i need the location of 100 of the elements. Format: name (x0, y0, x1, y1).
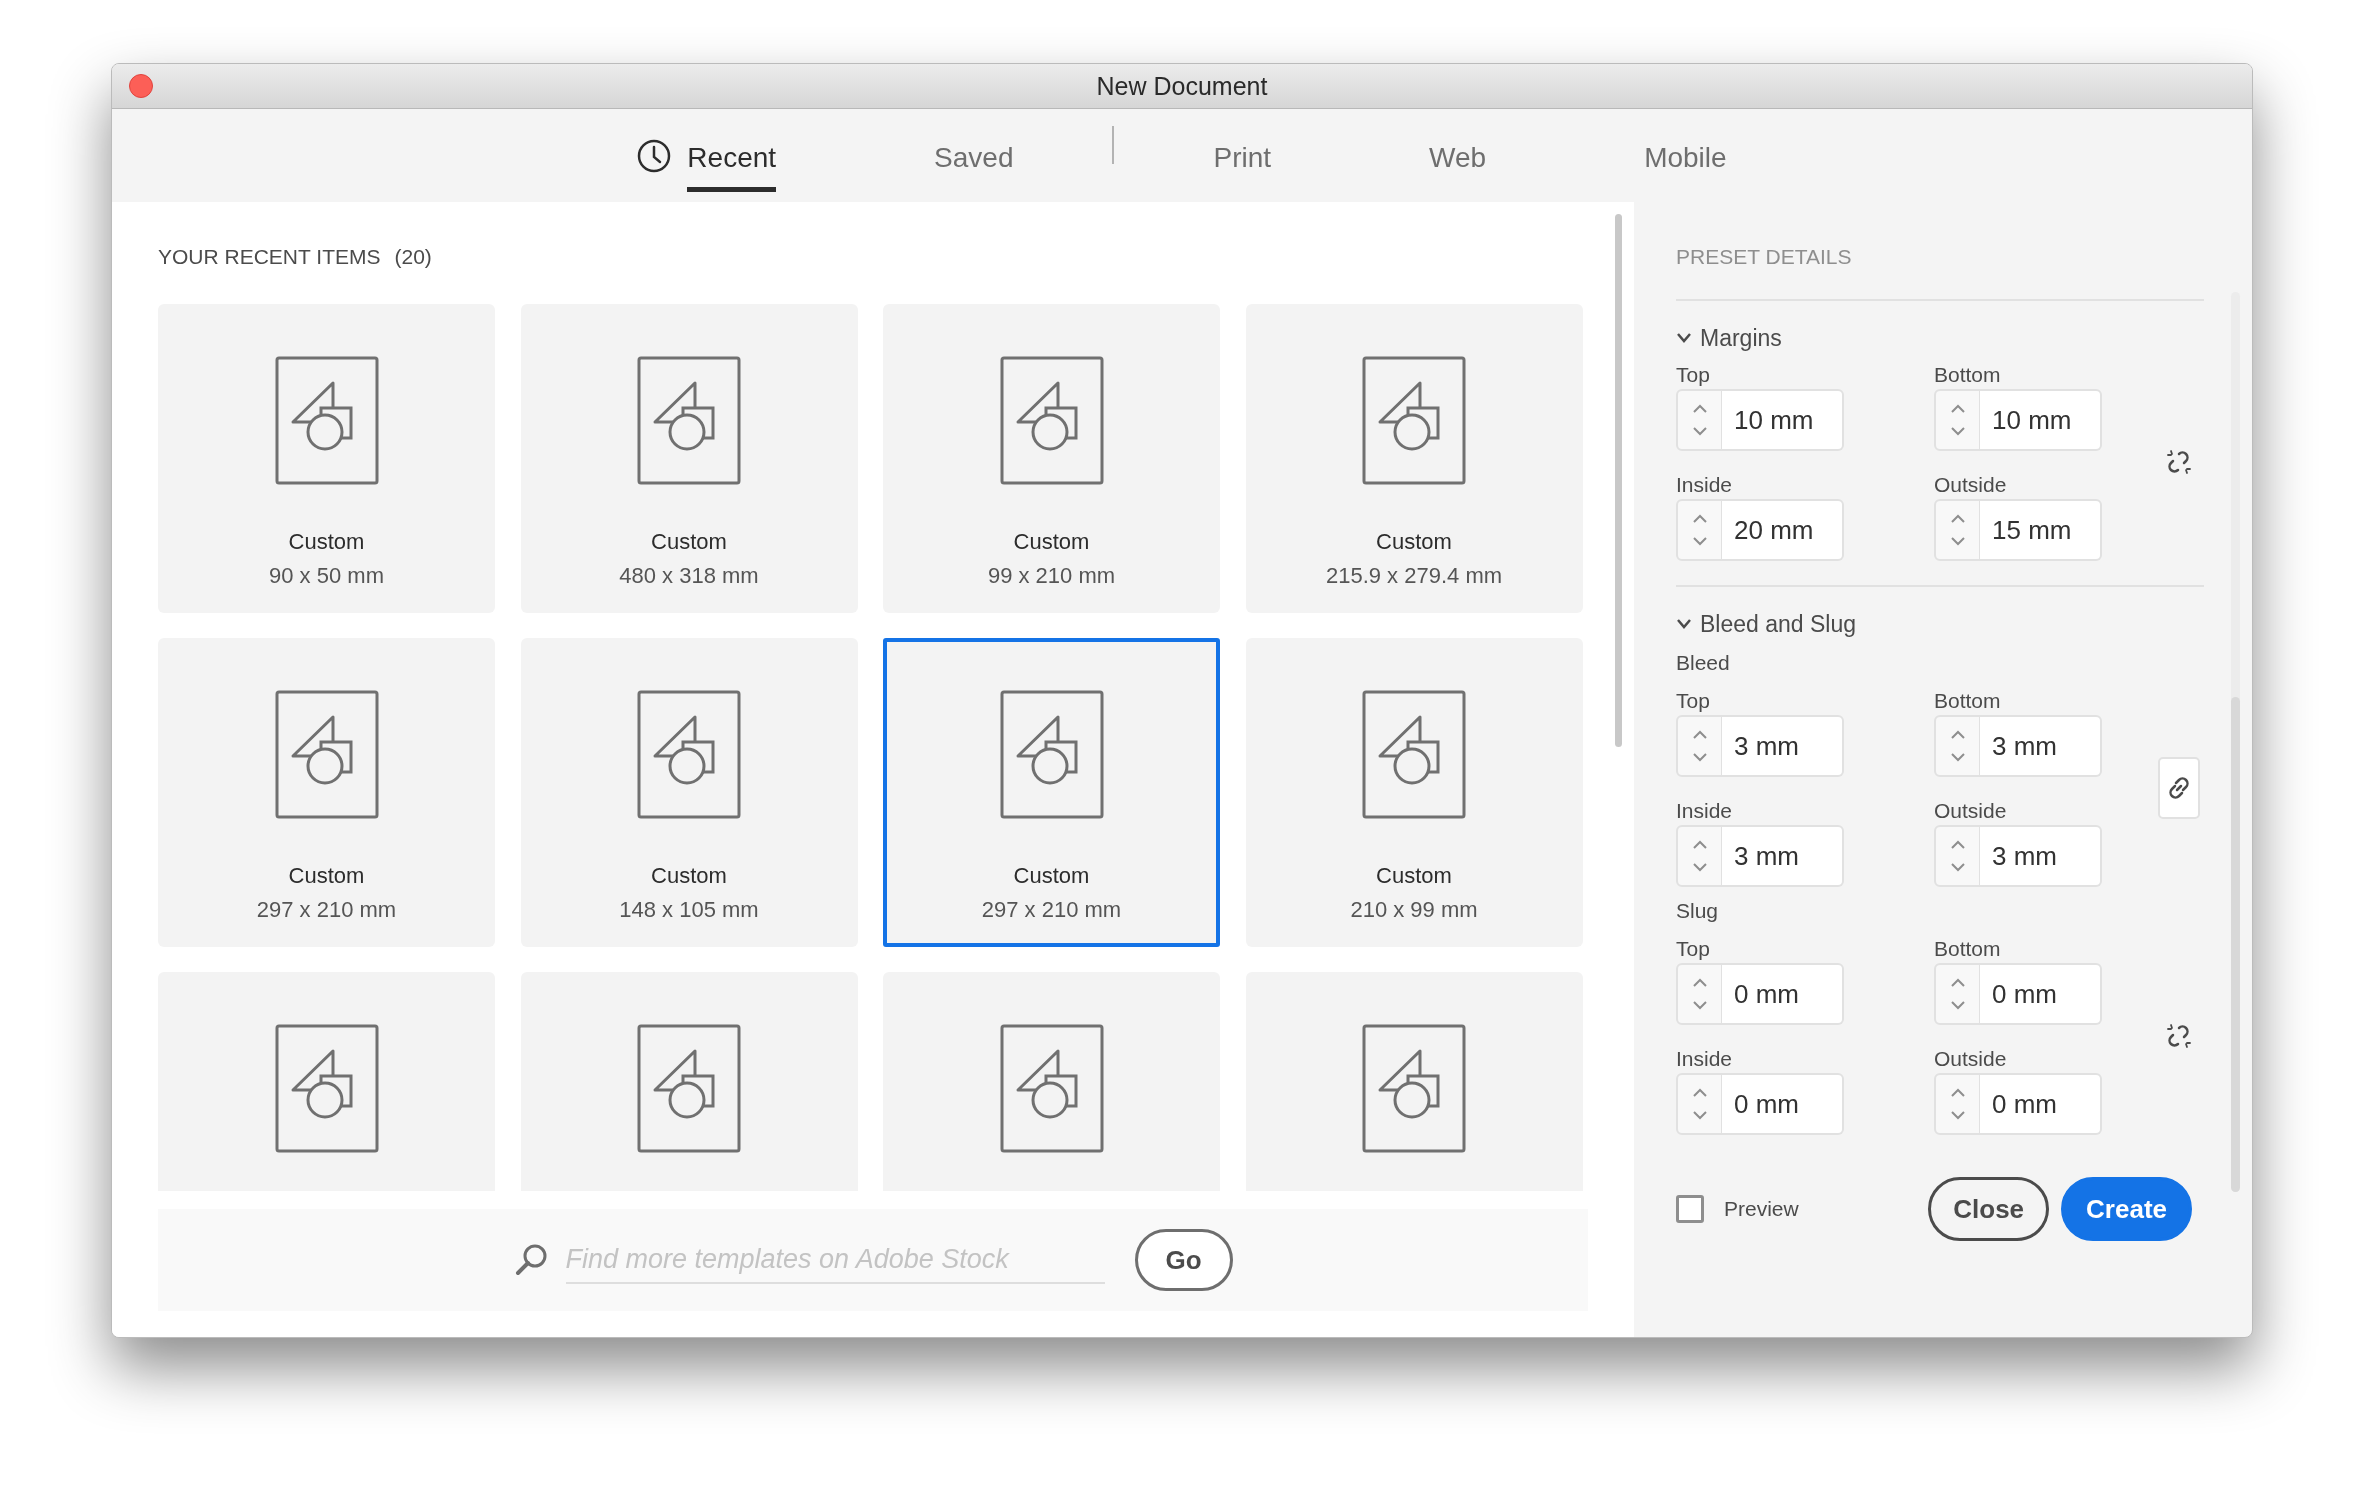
document-size: 148 x 105 mm (619, 897, 759, 924)
document-shapes-icon (637, 690, 741, 820)
stepper-button[interactable] (1934, 389, 1980, 451)
create-button[interactable]: Create (2061, 1177, 2192, 1241)
chevron-down-icon (1691, 752, 1708, 762)
input-field[interactable]: 3 mm (1722, 825, 1844, 887)
document-name: Custom (1013, 529, 1090, 556)
chevron-down-icon (1949, 1110, 1966, 1120)
input-field[interactable]: 3 mm (1722, 715, 1844, 777)
document-card[interactable]: Custom 90 x 50 mm (158, 304, 495, 614)
chevron-down-icon (1949, 426, 1966, 436)
link-button[interactable] (2158, 757, 2200, 819)
chevron-down-icon (1691, 426, 1708, 436)
field-label: Outside (1934, 1047, 2008, 1071)
section-toggle[interactable]: Bleed and Slug (1676, 609, 1856, 639)
scrollbar[interactable] (1615, 214, 1622, 747)
input-field[interactable]: 0 mm (1980, 1073, 2102, 1135)
input-field[interactable]: 3 mm (1980, 715, 2102, 777)
chevron-down-icon (1691, 1000, 1708, 1010)
section-heading: YOUR RECENT ITEMS (158, 244, 381, 269)
close-button[interactable]: Close (1928, 1177, 2050, 1241)
checkbox[interactable] (1676, 1195, 1704, 1223)
chevron-up-icon (1949, 840, 1966, 850)
tab[interactable]: Recent (637, 109, 777, 202)
document-shapes-icon (274, 690, 379, 820)
document-card[interactable]: Custom 297 x 210 mm (883, 638, 1220, 948)
stepper-button[interactable] (1676, 499, 1722, 561)
chevron-up-icon (1691, 404, 1708, 414)
input-field[interactable]: 20 mm (1722, 499, 1844, 561)
stepper-button[interactable] (1676, 715, 1722, 777)
document-name: Custom (651, 863, 727, 890)
input-field[interactable]: 0 mm (1980, 963, 2102, 1025)
document-card[interactable] (520, 972, 858, 1192)
input-field[interactable]: 0 mm (1722, 1073, 1844, 1135)
document-card[interactable]: Custom 99 x 210 mm (883, 304, 1220, 614)
document-shapes-icon (999, 1024, 1104, 1154)
document-shapes-icon (274, 1024, 379, 1154)
document-card[interactable]: Custom 148 x 105 mm (520, 638, 858, 948)
chevron-down-icon (1949, 862, 1966, 872)
document-shapes-icon (1362, 356, 1466, 486)
chevron-up-icon (1949, 730, 1966, 740)
field-label: Top (1676, 937, 1711, 961)
stepper-button[interactable] (1934, 825, 1980, 887)
chevron-down-icon (1676, 618, 1692, 630)
stepper-button[interactable] (1676, 389, 1722, 451)
document-card[interactable]: Custom 297 x 210 mm (158, 638, 495, 948)
chevron-down-icon (1676, 332, 1692, 344)
field-label: Inside (1676, 799, 1734, 823)
input-field[interactable]: 0 mm (1722, 963, 1844, 1025)
stepper-button[interactable] (1676, 963, 1722, 1025)
document-card[interactable]: Custom 210 x 99 mm (1245, 638, 1583, 948)
checkbox-label: Preview (1724, 1197, 1799, 1221)
document-size: 480 x 318 mm (619, 563, 759, 590)
document-card[interactable]: Custom 480 x 318 mm (520, 304, 858, 614)
document-shapes-icon (637, 356, 741, 486)
document-card[interactable] (883, 972, 1220, 1192)
stepper-button[interactable] (1934, 715, 1980, 777)
chevron-up-icon (1949, 978, 1966, 988)
panel-heading: PRESET DETAILS (1676, 245, 1852, 269)
tab[interactable]: Web (1429, 109, 1487, 202)
chevron-up-icon (1949, 514, 1966, 524)
chevron-up-icon (1691, 978, 1708, 988)
section-toggle[interactable]: Margins (1676, 323, 1782, 353)
chevron-down-icon (1949, 1000, 1966, 1010)
document-name: Custom (288, 863, 365, 890)
scrollbar[interactable] (2231, 292, 2240, 1192)
document-card[interactable]: Custom 215.9 x 279.4 mm (1245, 304, 1583, 614)
document-card[interactable] (158, 972, 495, 1192)
chevron-up-icon (1691, 1088, 1708, 1098)
group-label: Bleed (1676, 651, 1730, 674)
stepper-button[interactable] (1676, 1073, 1722, 1135)
document-size: 210 x 99 mm (1350, 897, 1478, 924)
broken-link-icon (2165, 1022, 2193, 1050)
field-label: Top (1676, 689, 1711, 713)
chevron-up-icon (1949, 404, 1966, 414)
field-label: Top (1676, 363, 1711, 387)
chevron-down-icon (1691, 862, 1708, 872)
close-button[interactable] (129, 74, 153, 98)
field-label: Inside (1676, 473, 1734, 497)
stepper-button[interactable] (1934, 963, 1980, 1025)
item-count: (20) (394, 244, 432, 269)
go-button[interactable]: Go (1134, 1229, 1233, 1292)
tab[interactable]: Saved (934, 109, 1014, 202)
document-shapes-icon (274, 356, 379, 486)
window-title: New Document (1096, 71, 1268, 101)
tab[interactable]: Print (1213, 109, 1272, 202)
stepper-button[interactable] (1934, 1073, 1980, 1135)
document-size: 297 x 210 mm (981, 897, 1122, 924)
input-field[interactable]: 10 mm (1722, 389, 1844, 451)
input-field[interactable]: 3 mm (1980, 825, 2102, 887)
document-name: Custom (1376, 529, 1452, 556)
input-field[interactable]: 15 mm (1980, 499, 2102, 561)
stepper-button[interactable] (1676, 825, 1722, 887)
document-size: 297 x 210 mm (256, 897, 397, 924)
document-name: Custom (651, 529, 727, 556)
input-field[interactable]: 10 mm (1980, 389, 2102, 451)
tab[interactable]: Mobile (1644, 109, 1727, 202)
document-card[interactable] (1245, 972, 1583, 1192)
stepper-button[interactable] (1934, 499, 1980, 561)
document-name: Custom (288, 529, 365, 556)
